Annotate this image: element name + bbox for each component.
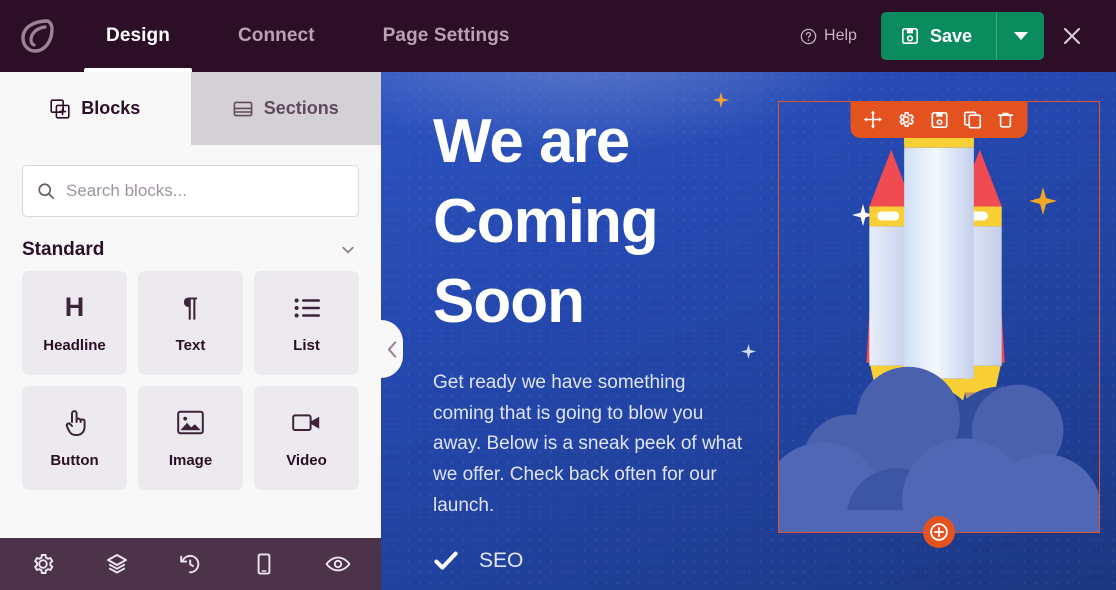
block-label-list: List [293, 336, 320, 354]
main-nav-tabs: Design Connect Page Settings [72, 0, 544, 72]
blocks-grid: H Headline ¶ Text List Button Image Vide… [0, 271, 381, 538]
nav-tab-page-settings[interactable]: Page Settings [349, 0, 544, 72]
gear-icon [899, 112, 914, 127]
search-icon [38, 183, 55, 200]
nav-tab-design-label: Design [106, 25, 170, 46]
revision-history-icon [180, 555, 200, 574]
save-icon [930, 111, 948, 128]
seedprod-leaf-logo [21, 19, 54, 53]
chevron-down-icon[interactable] [339, 241, 357, 259]
eye-preview-icon [325, 556, 351, 572]
move-icon [864, 110, 882, 129]
star-sparkle-icon [741, 344, 756, 359]
feature-label-seo: SEO [479, 548, 524, 572]
search-area [0, 145, 381, 217]
save-button[interactable]: Save [880, 12, 996, 60]
left-sidebar: Blocks Sections Standard [0, 72, 381, 590]
gear-icon [34, 554, 54, 574]
check-icon [434, 551, 458, 570]
close-builder-button[interactable] [1044, 0, 1100, 72]
nav-tab-design[interactable]: Design [72, 0, 204, 72]
block-card-video[interactable]: Video [254, 386, 359, 490]
block-label-video: Video [286, 451, 327, 469]
image-icon [176, 408, 206, 438]
block-card-button[interactable]: Button [22, 386, 127, 490]
floppy-save-icon [901, 27, 918, 45]
block-label-text: Text [175, 336, 206, 354]
global-settings-button[interactable] [21, 542, 65, 586]
panel-tab-sections-label: Sections [263, 98, 339, 118]
image-block-toolbar [850, 101, 1028, 138]
hero-paragraph: Get ready we have something coming that … [433, 371, 743, 516]
duplicate-icon [963, 110, 981, 129]
selected-image-block[interactable] [778, 101, 1100, 548]
block-label-headline: Headline [43, 336, 106, 354]
move-block-button[interactable] [857, 103, 890, 136]
nav-tab-connect[interactable]: Connect [204, 0, 349, 72]
nav-tab-connect-label: Connect [237, 25, 315, 46]
mobile-preview-button[interactable] [242, 542, 286, 586]
mobile-device-icon [257, 553, 271, 575]
question-circle-icon [800, 28, 817, 44]
search-input[interactable] [66, 181, 344, 201]
block-card-list[interactable]: List [254, 271, 359, 375]
panel-tab-blocks[interactable]: Blocks [0, 72, 191, 145]
block-card-text[interactable]: ¶ Text [138, 271, 243, 375]
close-icon [1063, 27, 1081, 45]
blocks-group-header[interactable]: Standard [0, 217, 381, 271]
block-card-image[interactable]: Image [138, 386, 243, 490]
rocket-launch-illustration [779, 102, 1099, 532]
blocks-icon [50, 98, 70, 119]
panel-tab-sections[interactable]: Sections [190, 72, 381, 145]
seedprod-page-builder: Design Connect Page Settings Help Save B… [0, 0, 1116, 590]
delete-block-button[interactable] [989, 103, 1022, 136]
button-click-icon [60, 408, 90, 438]
chevron-left-icon [387, 340, 396, 358]
header-actions: Help Save [782, 0, 1116, 72]
top-header: Design Connect Page Settings Help Save [0, 0, 1116, 72]
headline-icon: H [64, 292, 85, 322]
blocks-group-title: Standard [22, 239, 105, 260]
layers-navigator-button[interactable] [95, 542, 139, 586]
app-logo[interactable] [0, 0, 72, 72]
caret-down-icon [1013, 32, 1028, 40]
block-label-image: Image [168, 451, 213, 469]
page-canvas[interactable]: We are Coming Soon Get ready we have som… [381, 72, 1116, 590]
save-block-button[interactable] [923, 103, 956, 136]
save-label: Save [929, 25, 972, 46]
duplicate-block-button[interactable] [956, 103, 989, 136]
block-card-headline[interactable]: H Headline [22, 271, 127, 375]
revision-history-button[interactable] [168, 542, 212, 586]
save-button-group: Save [880, 12, 1044, 60]
save-dropdown-button[interactable] [996, 12, 1044, 60]
list-icon [292, 293, 322, 323]
plus-circle-icon [930, 523, 948, 541]
help-label: Help [824, 27, 857, 44]
search-box[interactable] [22, 165, 359, 217]
hero-text-block[interactable]: We are Coming Soon Get ready we have som… [433, 102, 743, 574]
sections-icon [233, 101, 253, 116]
video-camera-icon [292, 408, 322, 438]
panel-tab-blocks-label: Blocks [81, 98, 141, 118]
trash-icon [997, 112, 1013, 128]
hero-headline: We are Coming Soon [433, 107, 659, 336]
feature-list-item-seo: SEO [433, 548, 743, 574]
layers-icon [106, 554, 127, 574]
nav-tab-page-settings-label: Page Settings [382, 25, 510, 46]
panel-tabs: Blocks Sections [0, 72, 381, 145]
collapse-sidebar-handle[interactable] [381, 320, 403, 378]
add-block-button[interactable] [923, 516, 955, 548]
help-button[interactable]: Help [782, 27, 875, 45]
block-settings-button[interactable] [890, 103, 923, 136]
block-label-button: Button [50, 451, 99, 469]
text-paragraph-icon: ¶ [182, 292, 199, 322]
sidebar-footer-toolbar [0, 538, 381, 590]
preview-button[interactable] [316, 542, 360, 586]
